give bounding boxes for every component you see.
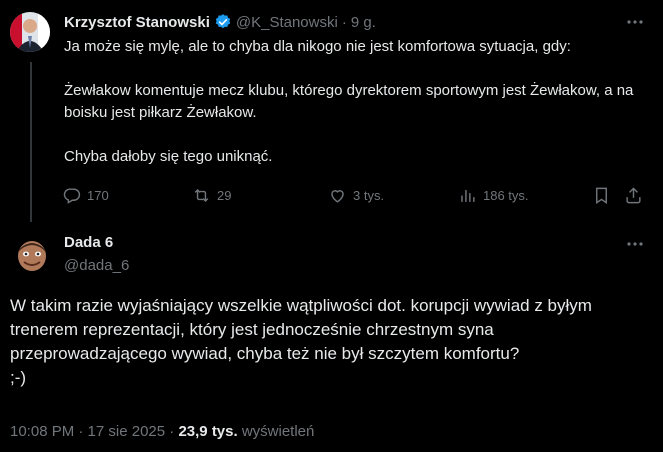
repost-icon	[194, 188, 209, 202]
reply-icon	[63, 187, 81, 204]
tweet-actions: 170 29 3 tys. 186 tys.	[62, 184, 652, 206]
repost-button[interactable]: 29	[192, 184, 231, 206]
like-button[interactable]: 3 tys.	[328, 184, 384, 206]
like-icon	[331, 189, 344, 203]
tweet-meta: 10:08 PM · 17 sie 2025 · 23,9 tys. wyświ…	[10, 423, 314, 440]
like-count: 3 tys.	[353, 187, 385, 203]
bookmark-icon	[596, 187, 607, 204]
views-icon	[461, 189, 475, 202]
tweet-time[interactable]: 9 g.	[351, 14, 376, 31]
avatar[interactable]	[12, 234, 52, 274]
author-handle[interactable]: @dada_6	[64, 257, 129, 274]
author-name[interactable]: Dada 6	[64, 234, 113, 251]
views-label: wyświetleń	[241, 423, 315, 440]
verified-badge-icon	[215, 14, 231, 29]
tweet-text: Ja może się mylę, ale to chyba dla nikog…	[64, 38, 634, 165]
thread-line	[30, 62, 32, 222]
separator: ·	[169, 423, 175, 440]
views-count: 186 tys.	[483, 187, 529, 203]
reply-button[interactable]: 170	[62, 184, 109, 206]
tweet-header: Krzysztof Stanowski @K_Stanowski · 9 g.	[64, 12, 376, 32]
author-handle[interactable]: @K_Stanowski	[236, 14, 338, 31]
more-icon[interactable]	[625, 12, 645, 32]
share-button[interactable]	[624, 184, 643, 206]
tweet-timestamp[interactable]: 10:08 PM · 17 sie 2025	[10, 423, 165, 440]
author-name[interactable]: Krzysztof Stanowski	[64, 14, 210, 31]
share-icon	[626, 186, 641, 203]
tweet-text: W takim razie wyjaśniający wszelkie wątp…	[10, 296, 592, 387]
more-icon[interactable]	[625, 234, 645, 254]
parent-tweet[interactable]: Krzysztof Stanowski @K_Stanowski · 9 g. …	[0, 0, 663, 222]
reply-count: 170	[87, 187, 109, 203]
repost-count: 29	[217, 187, 232, 203]
separator: ·	[341, 13, 347, 31]
avatar[interactable]	[10, 12, 50, 52]
bookmark-button[interactable]	[592, 184, 611, 206]
avatar-image	[12, 234, 52, 274]
views-button[interactable]: 186 tys.	[458, 184, 529, 206]
avatar-image	[10, 12, 50, 52]
views-count: 23,9 tys.	[178, 423, 238, 440]
